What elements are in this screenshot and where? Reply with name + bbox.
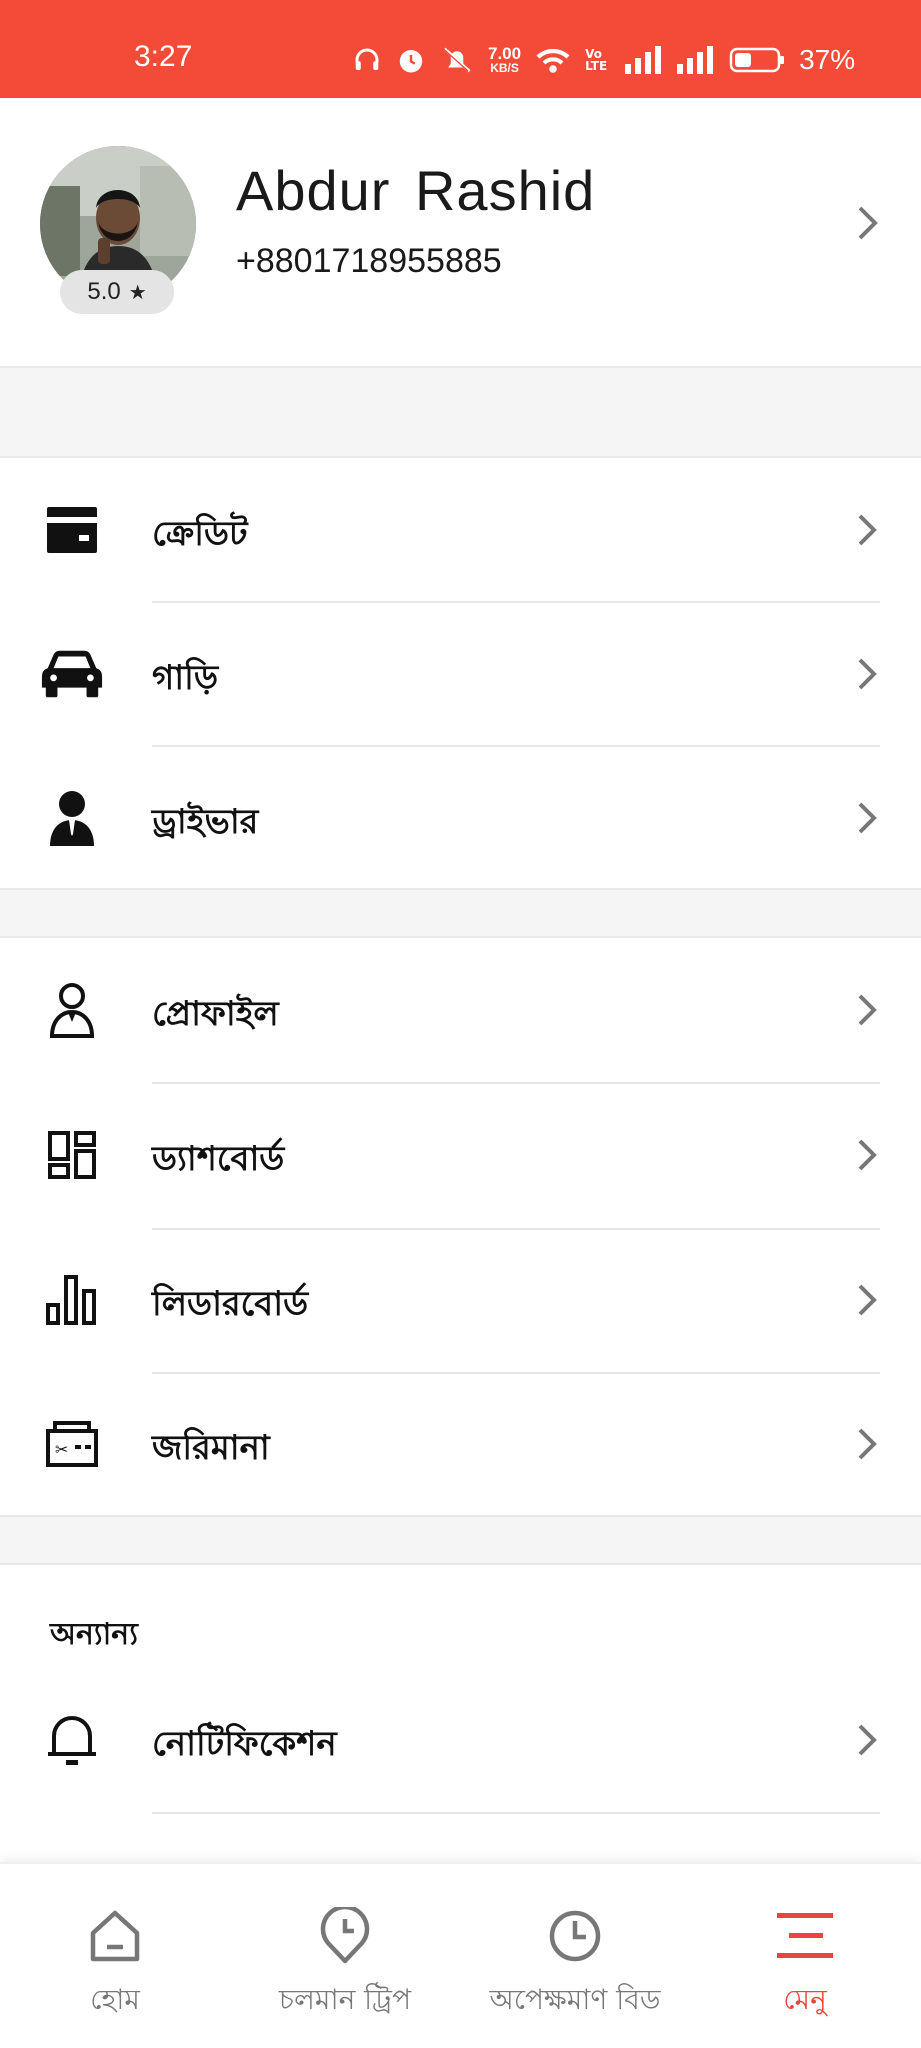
driver-icon (40, 788, 104, 848)
dashboard-icon (40, 1125, 104, 1185)
menu-item-fine[interactable]: ✂ জরিমানা (0, 1372, 921, 1516)
menu-item-label: প্রোফাইল (152, 994, 279, 1034)
menu-item-vehicle[interactable]: গাড়ি (0, 602, 921, 746)
menu-item-label: জরিমানা (152, 1428, 270, 1468)
menu-item-leaderboard[interactable]: লিডারবোর্ড (0, 1228, 921, 1372)
nav-label: অপেক্ষমাণ বিড (489, 1983, 661, 2016)
location-clock-icon (320, 1907, 370, 1964)
bottom-navigation: হোম চলমান ট্রিপ অপেক্ষমাণ বিড মেনু (0, 1862, 921, 2048)
chevron-right-icon (858, 1724, 877, 1756)
volte-indicator: Vo LTE (585, 47, 608, 73)
person-icon (40, 980, 104, 1040)
menu-item-label: লিডারবোর্ড (152, 1284, 309, 1324)
rating-badge: 5.0 ★ (60, 270, 174, 314)
speed-value: 7.00 (488, 44, 522, 63)
wifi-icon (536, 48, 570, 73)
nav-ongoing-trip[interactable]: চলমান ট্রিপ (230, 1864, 460, 2048)
nav-label: মেনু (783, 1983, 827, 2016)
network-speed: 7.00 KB/S (488, 45, 521, 75)
profile-name: Abdur Rashid (236, 159, 596, 222)
profile-phone: +8801718955885 (236, 242, 502, 280)
menu-item-label: নোটিফিকেশন (152, 1724, 337, 1764)
star-icon: ★ (128, 281, 147, 304)
menu-item-profile[interactable]: প্রোফাইল (0, 938, 921, 1082)
wallet-icon (40, 500, 104, 560)
nav-pending-bid[interactable]: অপেক্ষমাণ বিড (460, 1864, 690, 2048)
chevron-right-icon (858, 1428, 877, 1460)
car-icon (40, 644, 104, 704)
bar-chart-icon (40, 1270, 104, 1330)
fine-ticket-icon: ✂ (40, 1414, 104, 1474)
chevron-right-icon (858, 1284, 877, 1316)
nav-label: হোম (90, 1983, 140, 2016)
section-divider (0, 888, 921, 938)
menu-item-dashboard[interactable]: ড্যাশবোর্ড (0, 1083, 921, 1227)
menu-item-notification[interactable]: নোটিফিকেশন (0, 1668, 921, 1812)
menu-item-credit[interactable]: ক্রেডিট (0, 458, 921, 602)
svg-text:✂: ✂ (55, 1440, 68, 1459)
chevron-right-icon (858, 802, 877, 834)
menu-item-driver[interactable]: ড্রাইভার (0, 746, 921, 890)
nav-home[interactable]: হোম (0, 1864, 230, 2048)
clock-icon (548, 1908, 602, 1964)
section-title-others: অন্যান্য (50, 1617, 138, 1652)
chevron-right-icon (858, 994, 877, 1026)
mute-icon (442, 47, 471, 73)
menu-item-label: ড্রাইভার (152, 802, 259, 842)
section-divider (0, 366, 921, 458)
status-icons: 7.00 KB/S Vo LTE 37% (352, 42, 855, 78)
status-time: 3:27 (134, 40, 193, 73)
chevron-right-icon (858, 206, 878, 240)
status-bar: 3:27 7.00 KB/S Vo LTE 37% (0, 0, 921, 98)
nav-menu[interactable]: মেনু (690, 1864, 920, 2048)
rating-value: 5.0 (87, 278, 121, 305)
battery-icon (729, 47, 785, 73)
profile-header[interactable]: 5.0 ★ Abdur Rashid +8801718955885 (0, 98, 921, 366)
chevron-right-icon (858, 1139, 877, 1171)
bell-icon (40, 1710, 104, 1770)
nav-label: চলমান ট্রিপ (278, 1983, 412, 2016)
menu-item-label: গাড়ি (152, 658, 219, 698)
signal-icon-2 (677, 46, 714, 74)
divider (152, 1812, 880, 1814)
alarm-icon (399, 50, 423, 73)
signal-icon (625, 46, 662, 74)
section-divider (0, 1515, 921, 1565)
battery-percent: 37% (799, 44, 856, 75)
headphones-icon (355, 48, 379, 70)
chevron-right-icon (858, 514, 877, 546)
home-icon (87, 1908, 143, 1964)
speed-unit: KB/S (490, 61, 519, 75)
menu-item-label: ড্যাশবোর্ড (152, 1139, 285, 1179)
menu-item-label: ক্রেডিট (152, 514, 248, 554)
menu-icon (775, 1908, 835, 1964)
chevron-right-icon (858, 658, 877, 690)
